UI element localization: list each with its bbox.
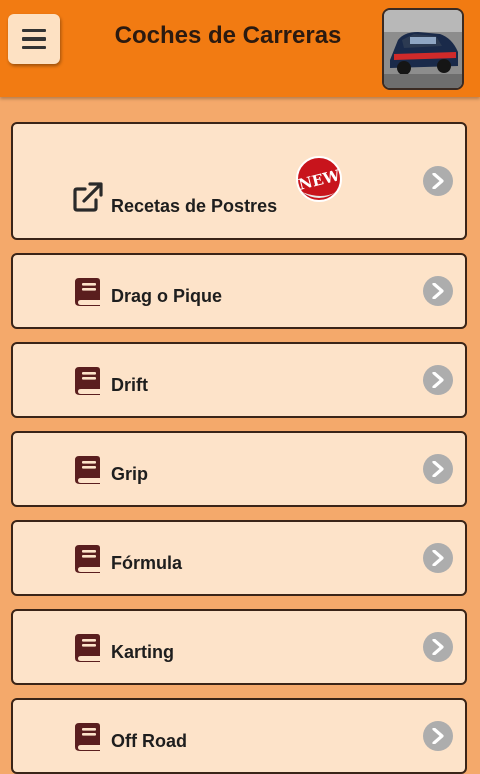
rally-car-image — [382, 8, 464, 90]
app-title: Coches de Carreras — [114, 22, 342, 49]
book-icon — [75, 545, 100, 573]
list-item-grip[interactable]: Grip — [11, 431, 467, 507]
list-item-label: Off Road — [111, 731, 187, 751]
chevron-right-icon — [423, 632, 453, 662]
list-item-label: Fórmula — [111, 553, 183, 573]
chevron-right-icon — [423, 543, 453, 573]
book-icon — [75, 278, 100, 306]
chevron-right-icon — [423, 276, 453, 306]
list-item-label: Recetas de Postres — [111, 196, 278, 216]
list-item-formula[interactable]: Fórmula — [11, 520, 467, 596]
chevron-right-icon — [423, 721, 453, 751]
list-item-label: Drag o Pique — [111, 286, 223, 306]
list-item-drift[interactable]: Drift — [11, 342, 467, 418]
list-item-off-road[interactable]: Off Road — [11, 698, 467, 774]
list-item-drag-o-pique[interactable]: Drag o Pique — [11, 253, 467, 329]
list-item-karting[interactable]: Karting — [11, 609, 467, 685]
book-icon — [75, 634, 100, 662]
chevron-right-icon — [423, 454, 453, 484]
hamburger-menu-icon — [22, 28, 46, 33]
new-badge-icon: NEW — [296, 156, 343, 202]
book-icon — [75, 367, 100, 395]
book-icon — [75, 723, 100, 751]
list-item-label: Grip — [111, 464, 149, 484]
app-header: Coches de Carreras — [0, 0, 480, 97]
list-item-label: Karting — [111, 642, 174, 662]
menu-button[interactable] — [8, 14, 60, 64]
list-item-label: Drift — [111, 375, 148, 395]
chevron-right-icon — [423, 166, 453, 196]
external-link-icon — [73, 182, 103, 212]
book-icon — [75, 456, 100, 484]
list-item-recetas-de-postres[interactable]: Recetas de Postres NEW — [11, 122, 467, 240]
chevron-right-icon — [423, 365, 453, 395]
